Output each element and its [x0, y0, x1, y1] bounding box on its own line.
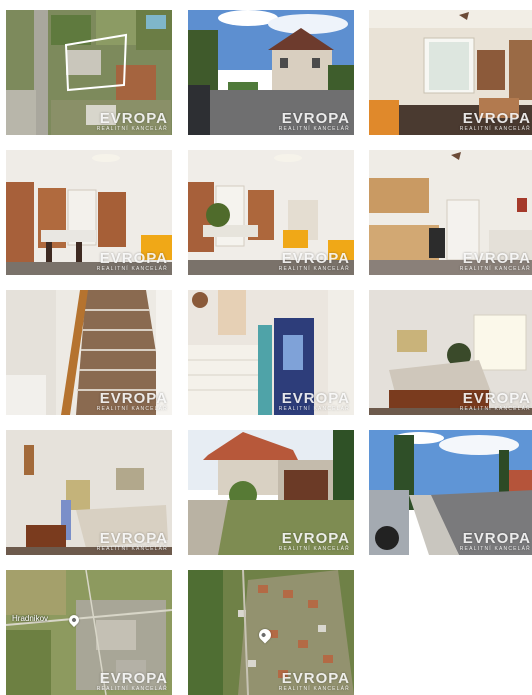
photo-bathroom-hallway[interactable]: EVROPA REALITNÍ KANCELÁŘ — [188, 290, 354, 415]
watermark-brand: EVROPA — [99, 250, 168, 267]
map-place-label: Hradnikov — [12, 614, 49, 623]
watermark-brand: EVROPA — [281, 530, 350, 547]
watermark: EVROPA REALITNÍ KANCELÁŘ — [460, 391, 531, 412]
photo-street-house-exterior[interactable]: EVROPA REALITNÍ KANCELÁŘ — [188, 10, 354, 135]
photo-dining-room-alt[interactable]: EVROPA REALITNÍ KANCELÁŘ — [188, 150, 354, 275]
watermark-tagline: REALITNÍ KANCELÁŘ — [459, 266, 531, 272]
photo-gallery: EVROPA REALITNÍ KANCELÁŘ EVROPA REALITNÍ K… — [0, 0, 532, 695]
watermark-brand: EVROPA — [462, 110, 531, 127]
watermark-tagline: REALITNÍ KANCELÁŘ — [278, 546, 350, 552]
watermark-tagline: REALITNÍ KANCELÁŘ — [459, 546, 531, 552]
watermark-tagline: REALITNÍ KANCELÁŘ — [459, 406, 531, 412]
watermark-brand: EVROPA — [281, 110, 350, 127]
photo-map-overview[interactable]: Hradnikov EVROPA REALITNÍ KANCELÁŘ — [6, 570, 172, 695]
watermark: EVROPA REALITNÍ KANCELÁŘ — [279, 531, 350, 552]
photo-staircase[interactable]: EVROPA REALITNÍ KANCELÁŘ — [6, 290, 172, 415]
photo-kitchen[interactable]: EVROPA REALITNÍ KANCELÁŘ — [369, 150, 532, 275]
watermark-tagline: REALITNÍ KANCELÁŘ — [96, 406, 168, 412]
watermark: EVROPA REALITNÍ KANCELÁŘ — [279, 111, 350, 132]
watermark-tagline: REALITNÍ KANCELÁŘ — [96, 126, 168, 132]
photo-garden-garage[interactable]: EVROPA REALITNÍ KANCELÁŘ — [188, 430, 354, 555]
watermark-brand: EVROPA — [462, 530, 531, 547]
watermark: EVROPA REALITNÍ KANCELÁŘ — [97, 531, 168, 552]
watermark-brand: EVROPA — [99, 670, 168, 687]
photo-dining-room[interactable]: EVROPA REALITNÍ KANCELÁŘ — [6, 150, 172, 275]
photo-map-detail[interactable]: EVROPA REALITNÍ KANCELÁŘ — [188, 570, 354, 695]
watermark-tagline: REALITNÍ KANCELÁŘ — [278, 126, 350, 132]
watermark: EVROPA REALITNÍ KANCELÁŘ — [97, 391, 168, 412]
watermark-brand: EVROPA — [281, 670, 350, 687]
watermark-brand: EVROPA — [281, 390, 350, 407]
watermark-brand: EVROPA — [462, 390, 531, 407]
watermark: EVROPA REALITNÍ KANCELÁŘ — [460, 111, 531, 132]
photo-street-view[interactable]: EVROPA REALITNÍ KANCELÁŘ — [369, 430, 532, 555]
watermark: EVROPA REALITNÍ KANCELÁŘ — [460, 251, 531, 272]
photo-bedroom[interactable]: EVROPA REALITNÍ KANCELÁŘ — [369, 290, 532, 415]
watermark: EVROPA REALITNÍ KANCELÁŘ — [279, 251, 350, 272]
watermark-brand: EVROPA — [99, 390, 168, 407]
watermark-tagline: REALITNÍ KANCELÁŘ — [278, 406, 350, 412]
watermark: EVROPA REALITNÍ KANCELÁŘ — [279, 671, 350, 692]
watermark-brand: EVROPA — [281, 250, 350, 267]
watermark-brand: EVROPA — [99, 530, 168, 547]
watermark-brand: EVROPA — [462, 250, 531, 267]
watermark-tagline: REALITNÍ KANCELÁŘ — [278, 266, 350, 272]
watermark-tagline: REALITNÍ KANCELÁŘ — [96, 266, 168, 272]
photo-bedroom-alt[interactable]: EVROPA REALITNÍ KANCELÁŘ — [6, 430, 172, 555]
photo-aerial-plot[interactable]: EVROPA REALITNÍ KANCELÁŘ — [6, 10, 172, 135]
photo-living-room-window[interactable]: EVROPA REALITNÍ KANCELÁŘ — [369, 10, 532, 135]
watermark: EVROPA REALITNÍ KANCELÁŘ — [460, 531, 531, 552]
watermark-tagline: REALITNÍ KANCELÁŘ — [96, 546, 168, 552]
watermark-tagline: REALITNÍ KANCELÁŘ — [459, 126, 531, 132]
watermark: EVROPA REALITNÍ KANCELÁŘ — [279, 391, 350, 412]
watermark: EVROPA REALITNÍ KANCELÁŘ — [97, 111, 168, 132]
watermark-tagline: REALITNÍ KANCELÁŘ — [96, 686, 168, 692]
watermark: EVROPA REALITNÍ KANCELÁŘ — [97, 671, 168, 692]
watermark: EVROPA REALITNÍ KANCELÁŘ — [97, 251, 168, 272]
watermark-tagline: REALITNÍ KANCELÁŘ — [278, 686, 350, 692]
watermark-brand: EVROPA — [99, 110, 168, 127]
